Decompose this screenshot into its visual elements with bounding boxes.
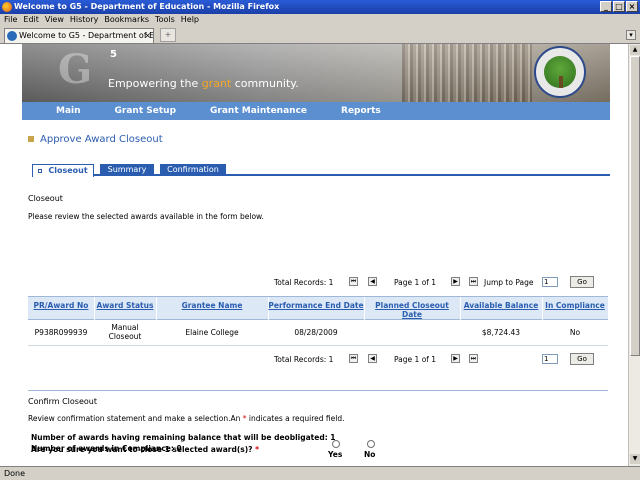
browser-tab-bar: Welcome to G5 - Department of Educ... × … — [0, 26, 640, 44]
nav-reports[interactable]: Reports — [324, 102, 398, 120]
first-page-icon[interactable]: ⏮ — [349, 277, 358, 286]
table-header: PR/Award No Award Status Grantee Name Pe… — [28, 296, 608, 321]
last-page-icon[interactable]: ⏭ — [469, 277, 478, 286]
tab-summary[interactable]: Summary — [100, 164, 154, 176]
scrollbar-thumb[interactable] — [630, 56, 640, 356]
browser-tab[interactable]: Welcome to G5 - Department of Educ... × — [4, 28, 154, 43]
total-records: Total Records: 1 — [274, 355, 334, 364]
table-row[interactable]: P938R099939 Manual Closeout Elaine Colle… — [28, 320, 608, 346]
no-radio[interactable] — [367, 440, 375, 448]
scroll-down-icon[interactable]: ▼ — [630, 454, 640, 464]
go-button[interactable]: Go — [570, 276, 594, 288]
next-page-icon[interactable]: ▶ — [451, 354, 460, 363]
header-award-no[interactable]: PR/Award No — [28, 301, 94, 310]
tab-confirmation[interactable]: Confirmation — [160, 164, 226, 176]
closeout-instructions: Please review the selected awards availa… — [28, 212, 264, 221]
yes-radio[interactable] — [332, 440, 340, 448]
menu-history[interactable]: History — [70, 14, 104, 26]
banner-tagline: Empowering the grant community. — [108, 77, 299, 90]
pager-top: Total Records: 1 ⏮ ◀ Page 1 of 1 ▶ ⏭ Jum… — [22, 276, 610, 289]
total-records: Total Records: 1 — [274, 278, 334, 287]
nav-main[interactable]: Main — [22, 102, 98, 120]
vertical-scrollbar[interactable]: ▲ ▼ — [628, 44, 640, 466]
header-available-balance[interactable]: Available Balance — [460, 301, 542, 310]
browser-tab-label: Welcome to G5 - Department of Educ... — [19, 31, 154, 40]
main-nav: Main Grant Setup Grant Maintenance Repor… — [22, 102, 610, 120]
no-label: No — [364, 450, 376, 459]
jump-page-input[interactable]: 1 — [542, 277, 558, 287]
site-banner: G 5 Empowering the grant community. — [22, 44, 610, 102]
confirm-instructions: Review confirmation statement and make a… — [28, 414, 345, 423]
menu-bookmarks[interactable]: Bookmarks — [104, 14, 155, 26]
jump-label: Jump to Page — [484, 278, 534, 287]
cell-award-no: P938R099939 — [34, 328, 88, 337]
nav-grant-maintenance[interactable]: Grant Maintenance — [193, 102, 324, 120]
menu-bar: File Edit View History Bookmarks Tools H… — [0, 14, 640, 26]
cell-available-balance: $8,724.43 — [481, 328, 521, 337]
header-award-status[interactable]: Award Status — [94, 301, 156, 310]
closeout-heading: Closeout — [28, 194, 63, 203]
menu-tools[interactable]: Tools — [155, 14, 181, 26]
page-info: Page 1 of 1 — [394, 355, 437, 364]
page-title: Approve Award Closeout — [28, 134, 163, 145]
browser-viewport: G 5 Empowering the grant community. Main… — [0, 44, 628, 466]
first-page-icon[interactable]: ⏮ — [349, 354, 358, 363]
header-in-compliance[interactable]: In Compliance — [542, 301, 608, 310]
step-tabs: Closeout Summary Confirmation — [32, 164, 610, 177]
prev-page-icon[interactable]: ◀ — [368, 354, 377, 363]
header-grantee-name[interactable]: Grantee Name — [156, 301, 268, 310]
menu-edit[interactable]: Edit — [23, 14, 45, 26]
cell-performance-end-date: 08/28/2009 — [294, 328, 338, 337]
section-divider — [28, 390, 608, 391]
required-marker: * — [255, 445, 260, 454]
cell-grantee-name: Elaine College — [185, 328, 239, 337]
status-text: Done — [4, 469, 26, 478]
close-button[interactable]: × — [626, 1, 638, 12]
prev-page-icon[interactable]: ◀ — [368, 277, 377, 286]
menu-view[interactable]: View — [45, 14, 70, 26]
scroll-up-icon[interactable]: ▲ — [630, 45, 640, 55]
header-performance-end-date[interactable]: Performance End Date — [268, 301, 364, 310]
confirm-heading: Confirm Closeout — [28, 397, 97, 406]
pager-bottom: Total Records: 1 ⏮ ◀ Page 1 of 1 ▶ ⏭ 1 G… — [22, 353, 610, 366]
last-page-icon[interactable]: ⏭ — [469, 354, 478, 363]
tab-marker-icon — [38, 168, 43, 173]
cell-in-compliance: No — [569, 328, 581, 337]
header-planned-closeout-date[interactable]: Planned Closeout Date — [364, 301, 460, 319]
department-seal-logo — [534, 46, 586, 98]
maximize-button[interactable]: □ — [613, 1, 625, 12]
window-titlebar: Welcome to G5 - Department of Education … — [0, 0, 640, 14]
tab-closeout[interactable]: Closeout — [32, 164, 94, 177]
page-content: G 5 Empowering the grant community. Main… — [22, 44, 610, 466]
tab-close-icon[interactable]: × — [144, 29, 151, 43]
tab-list-dropdown-icon[interactable]: ▾ — [626, 30, 636, 40]
confirm-question: Are you sure you want to close 1 selecte… — [31, 445, 260, 454]
new-tab-button[interactable]: + — [160, 28, 176, 42]
nav-grant-setup[interactable]: Grant Setup — [98, 102, 193, 120]
menu-file[interactable]: File — [4, 14, 23, 26]
status-bar: Done — [0, 466, 640, 480]
menu-help[interactable]: Help — [181, 14, 205, 26]
title-bullet-icon — [28, 136, 34, 142]
yes-label: Yes — [328, 450, 343, 459]
site-favicon-icon — [7, 31, 17, 41]
page-info: Page 1 of 1 — [394, 278, 437, 287]
firefox-icon — [2, 2, 12, 12]
minimize-button[interactable]: _ — [600, 1, 612, 12]
cell-award-status: Manual Closeout — [108, 323, 142, 341]
go-button[interactable]: Go — [570, 353, 594, 365]
jump-page-input[interactable]: 1 — [542, 354, 558, 364]
g5-logo-superscript: 5 — [110, 49, 117, 60]
next-page-icon[interactable]: ▶ — [451, 277, 460, 286]
g5-logo: G — [58, 46, 93, 93]
window-title: Welcome to G5 - Department of Education … — [14, 2, 280, 11]
